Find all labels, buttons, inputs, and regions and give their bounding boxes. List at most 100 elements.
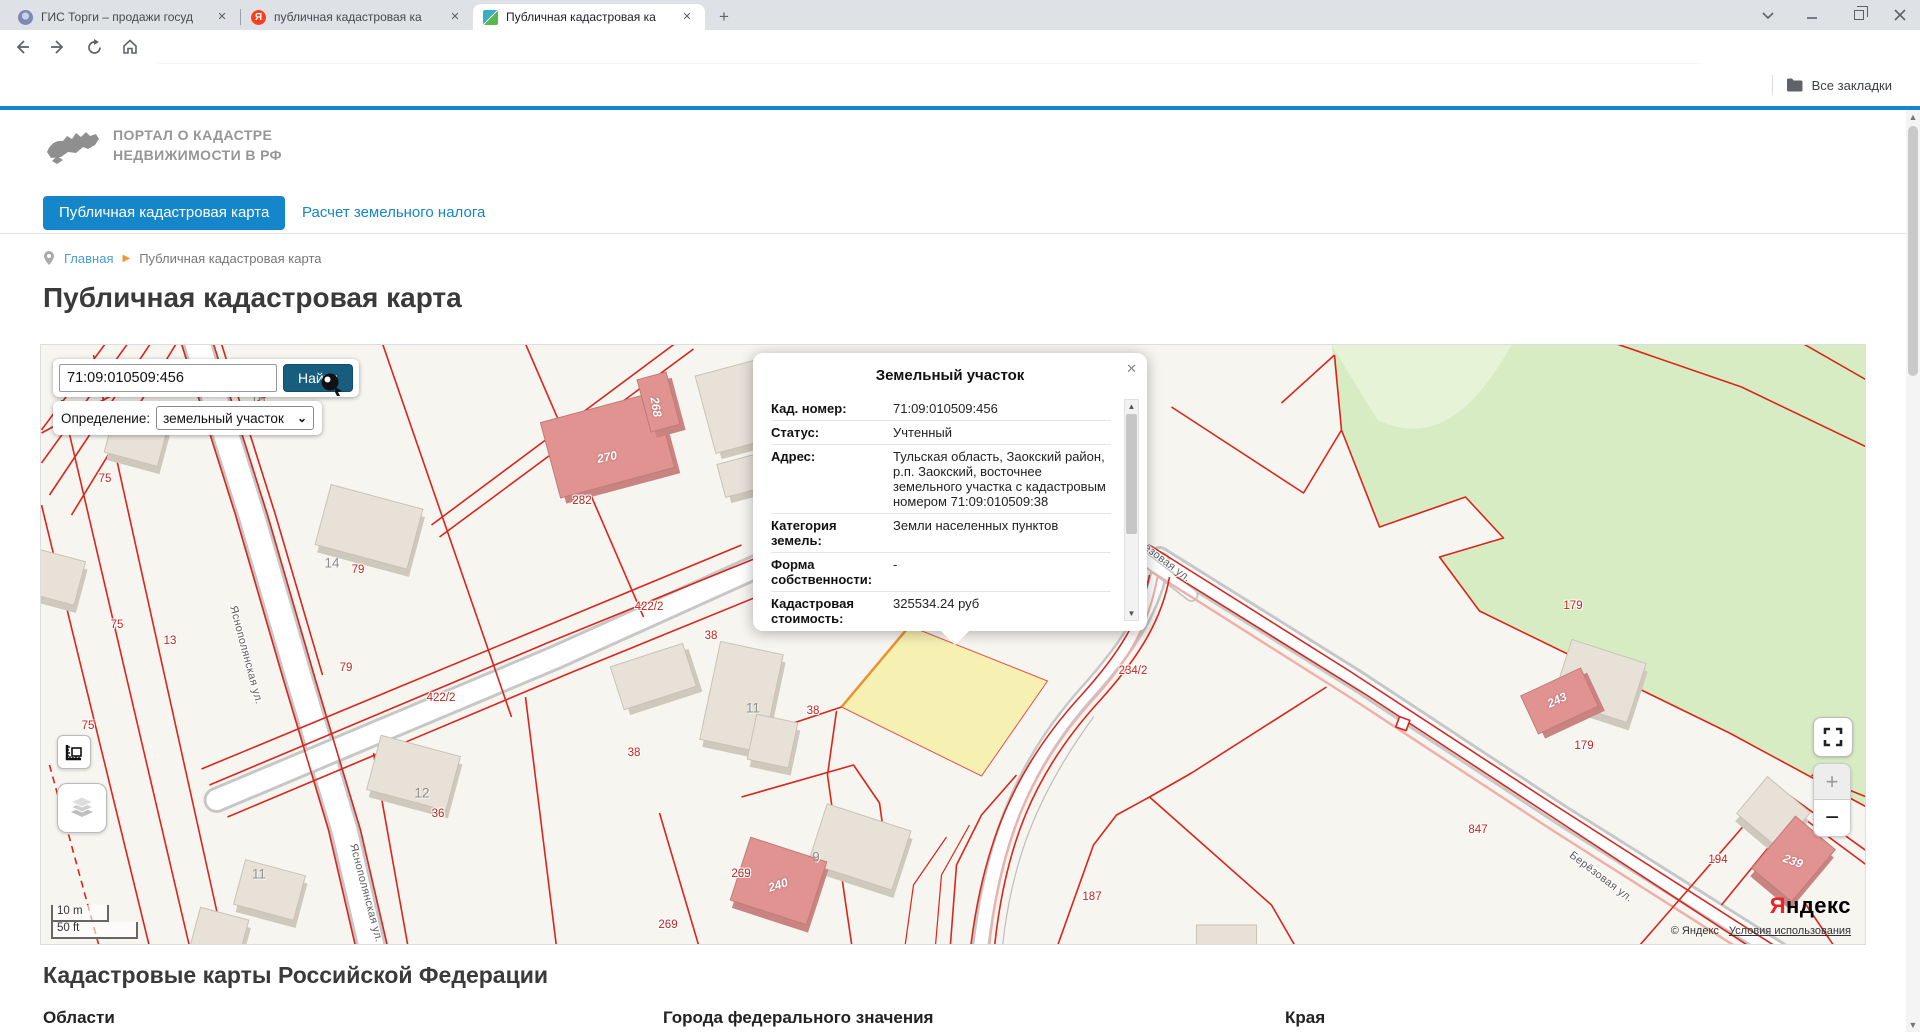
- yandex-favicon-icon: [251, 10, 266, 25]
- restore-button[interactable]: [1850, 8, 1868, 23]
- tab-close-icon[interactable]: ✕: [447, 9, 463, 25]
- scale-imperial: 50 ft: [51, 922, 138, 939]
- scrollbar-thumb[interactable]: [1908, 126, 1918, 376]
- site-top-border: [0, 106, 1920, 110]
- breadcrumb-arrow-icon: ▶: [122, 253, 130, 264]
- footer-column-federal-cities: Города федерального значения: [663, 1008, 933, 1028]
- minimize-button[interactable]: [1806, 9, 1824, 21]
- parcel-label: 269: [658, 919, 677, 931]
- gerb-favicon-icon: [18, 10, 33, 25]
- street-label: Берёзовая ул.: [1567, 849, 1635, 904]
- all-bookmarks-button[interactable]: Все закладки: [1772, 64, 1892, 106]
- popup-body: Кад. номер:71:09:010509:456Статус:Учтенн…: [771, 397, 1111, 623]
- popup-row: Кад. номер:71:09:010509:456: [771, 397, 1111, 421]
- home-icon[interactable]: [116, 33, 144, 61]
- parcel-label: 38: [628, 747, 641, 759]
- breadcrumb-home-link[interactable]: Главная: [64, 251, 113, 266]
- map-search-panel: Найти: [53, 359, 359, 397]
- back-icon[interactable]: [8, 33, 36, 61]
- parcel-label: 14: [324, 556, 339, 571]
- scrollbar-up-icon[interactable]: ▲: [1906, 110, 1920, 124]
- site-nav: Публичная кадастровая карта Расчет земел…: [0, 196, 1920, 234]
- parcel-label: 239: [1781, 851, 1805, 871]
- folder-icon: [1786, 78, 1803, 92]
- scroll-down-icon[interactable]: ▼: [1125, 607, 1138, 620]
- popup-row-label: Статус:: [771, 425, 887, 440]
- tab-close-icon[interactable]: ✕: [679, 9, 695, 25]
- footer-heading: Кадастровые карты Российской Федерации: [43, 962, 548, 989]
- tab-land-tax-calc[interactable]: Расчет земельного налога: [302, 196, 485, 230]
- parcel-label: 270: [596, 448, 619, 466]
- parcel-label: 179: [1563, 600, 1582, 612]
- reload-icon[interactable]: [80, 33, 108, 61]
- russia-map-icon: [43, 122, 103, 168]
- parcel-label: 243: [1545, 689, 1569, 710]
- parcel-label: 234/2: [1119, 665, 1148, 677]
- tab-title: публичная кадастровая ка: [274, 10, 439, 24]
- chrome-menu-chevron-icon[interactable]: [1762, 11, 1780, 19]
- terms-link[interactable]: Условия использования: [1729, 925, 1851, 937]
- page-scrollbar[interactable]: ▲ ▼: [1906, 110, 1920, 1032]
- popup-scrollbar[interactable]: ▲ ▼: [1124, 399, 1139, 621]
- definition-label: Определение:: [61, 411, 150, 426]
- copyright-text: © Яндекс: [1671, 925, 1719, 937]
- yandex-logo[interactable]: Яндекс: [1671, 893, 1851, 919]
- window-controls: [1762, 0, 1912, 30]
- tabs-container: ГИС Торги – продажи госуд✕публичная када…: [8, 4, 737, 30]
- parcel-label: 282: [572, 495, 591, 507]
- parcel-label: 79: [340, 662, 353, 674]
- parcel-label: 75: [111, 619, 124, 631]
- popup-row-label: Адрес:: [771, 449, 887, 509]
- tab-strip: ГИС Торги – продажи госуд✕публичная када…: [0, 0, 1920, 30]
- browser-tab[interactable]: публичная кадастровая ка ✕: [241, 4, 473, 30]
- scale-bar: 10 m 50 ft: [51, 905, 138, 939]
- browser-toolbar: ik1map.roscadastres.com/map: [0, 30, 1920, 64]
- popup-row-value: Учтенный: [887, 425, 1111, 440]
- footer-column-oblasti: Области: [43, 1008, 115, 1028]
- site-logo[interactable]: ПОРТАЛ О КАДАСТРЕ НЕДВИЖИМОСТИ В РФ: [43, 122, 282, 168]
- measure-tool-button[interactable]: [57, 735, 91, 769]
- layers-button[interactable]: [57, 783, 107, 833]
- tab-close-icon[interactable]: ✕: [214, 9, 230, 25]
- parcel-label: 38: [807, 705, 820, 717]
- zoom-in-button[interactable]: +: [1814, 764, 1850, 800]
- scroll-up-icon[interactable]: ▲: [1125, 400, 1138, 413]
- zoom-out-button[interactable]: −: [1814, 800, 1850, 836]
- parcel-label: 847: [1468, 824, 1487, 836]
- parcel-label: 194: [1708, 854, 1727, 866]
- scale-metric: 10 m: [51, 905, 109, 922]
- popup-row-label: Категория земель:: [771, 518, 887, 548]
- definition-select[interactable]: земельный участок ⌄: [156, 406, 314, 430]
- mouse-cursor: [319, 371, 345, 397]
- parcel-label: 240: [766, 875, 789, 895]
- tab-public-cadastral-map[interactable]: Публичная кадастровая карта: [43, 196, 285, 230]
- parcel-label: 268: [647, 396, 664, 418]
- popup-rows: Кад. номер:71:09:010509:456Статус:Учтенн…: [771, 397, 1111, 623]
- popup-row-value: 71:09:010509:456: [887, 401, 1111, 416]
- popup-close-icon[interactable]: ✕: [1126, 361, 1137, 377]
- cadastral-number-input[interactable]: [59, 364, 277, 392]
- browser-tab[interactable]: ГИС Торги – продажи госуд ✕: [8, 4, 240, 30]
- new-tab-button[interactable]: +: [711, 4, 737, 30]
- browser-tab[interactable]: Публичная кадастровая ка✕: [473, 4, 705, 30]
- popup-row-label: Кад. номер:: [771, 401, 887, 416]
- popup-row: Категория земель:Земли населенных пункто…: [771, 514, 1111, 553]
- fullscreen-button[interactable]: [1813, 717, 1853, 757]
- parcel-label: 187: [1082, 891, 1101, 903]
- popup-title: Земельный участок: [753, 367, 1147, 384]
- site-logo-text: ПОРТАЛ О КАДАСТРЕ НЕДВИЖИМОСТИ В РФ: [113, 125, 282, 165]
- scroll-thumb[interactable]: [1126, 414, 1137, 534]
- parcel-label: 422/2: [427, 692, 456, 704]
- location-pin-icon: [43, 250, 55, 266]
- parcel-label: 75: [99, 473, 112, 485]
- close-window-button[interactable]: [1894, 9, 1912, 21]
- parcel-label: 269: [731, 868, 750, 880]
- map-favicon-icon: [483, 10, 498, 25]
- parcel-label: 36: [432, 808, 445, 820]
- cadastral-map[interactable]: 16752702682821479751379422/238422/275113…: [40, 344, 1866, 945]
- scrollbar-down-icon[interactable]: ▼: [1906, 1018, 1920, 1032]
- page-title: Публичная кадастровая карта: [43, 282, 462, 314]
- forward-icon[interactable]: [44, 33, 72, 61]
- tab-title: ГИС Торги – продажи госуд: [41, 10, 206, 24]
- map-attribution: Яндекс © Яндекс Условия использования: [1671, 893, 1851, 937]
